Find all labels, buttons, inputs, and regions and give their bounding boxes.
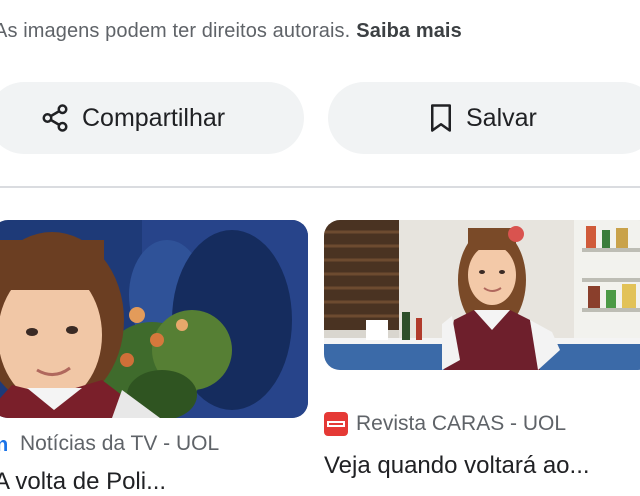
caras-logo-icon — [324, 412, 348, 436]
result-title-1[interactable]: A volta de Poli... — [0, 468, 294, 496]
result-source-2-label: Revista CARAS - UOL — [356, 412, 567, 435]
result-source-1[interactable]: n Notícias da TV - UOL — [0, 432, 219, 456]
result-thumbnail-1[interactable] — [0, 220, 308, 418]
result-source-2[interactable]: Revista CARAS - UOL — [324, 412, 566, 436]
share-button-label: Compartilhar — [82, 103, 226, 132]
result-image-2 — [324, 220, 640, 370]
copyright-notice: As imagens podem ter direitos autorais. S… — [0, 20, 462, 43]
section-divider — [0, 186, 640, 188]
learn-more-link[interactable]: Saiba mais — [356, 20, 462, 42]
save-button[interactable]: Salvar — [328, 82, 640, 154]
result-source-1-label: Notícias da TV - UOL — [20, 432, 220, 455]
share-icon — [40, 103, 70, 133]
bookmark-icon — [428, 103, 454, 133]
share-button[interactable]: Compartilhar — [0, 82, 304, 154]
save-button-label: Salvar — [466, 103, 537, 132]
result-title-2[interactable]: Veja quando voltará ao... — [324, 452, 634, 480]
svg-text:n: n — [0, 434, 8, 455]
result-image-1 — [0, 220, 308, 418]
copyright-notice-text: As imagens podem ter direitos autorais. — [0, 20, 351, 42]
result-thumbnail-2[interactable] — [324, 220, 640, 370]
uol-logo-icon: n — [0, 433, 12, 455]
